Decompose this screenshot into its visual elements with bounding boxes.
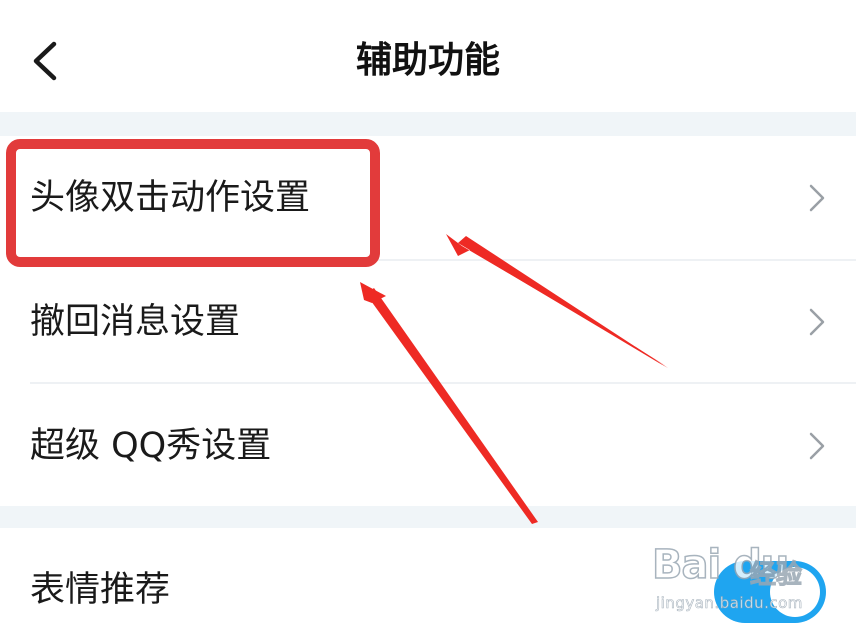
emoji-recommend-toggle[interactable] bbox=[714, 561, 826, 623]
row-avatar-double-tap[interactable]: 头像双击动作设置 bbox=[0, 136, 856, 260]
accessibility-settings-screen: 辅助功能 头像双击动作设置 撤回消息设置 超级 QQ秀设置 表情推荐 Bai d… bbox=[0, 0, 856, 627]
section-gap bbox=[0, 506, 856, 528]
row-label: 超级 QQ秀设置 bbox=[30, 426, 272, 466]
page-title: 辅助功能 bbox=[355, 40, 500, 81]
row-recall-message[interactable]: 撤回消息设置 bbox=[0, 260, 856, 384]
row-super-qq-show[interactable]: 超级 QQ秀设置 bbox=[0, 384, 856, 508]
row-label: 撤回消息设置 bbox=[30, 302, 241, 342]
chevron-right-icon bbox=[809, 308, 825, 336]
row-label: 表情推荐 bbox=[30, 570, 171, 610]
chevron-right-icon bbox=[809, 432, 825, 460]
nav-bar: 辅助功能 bbox=[0, 0, 856, 112]
settings-group: 头像双击动作设置 撤回消息设置 超级 QQ秀设置 bbox=[0, 136, 856, 506]
section-gap bbox=[0, 112, 856, 136]
chevron-right-icon bbox=[809, 184, 825, 212]
toggle-knob bbox=[770, 567, 820, 617]
row-label: 头像双击动作设置 bbox=[30, 178, 311, 218]
